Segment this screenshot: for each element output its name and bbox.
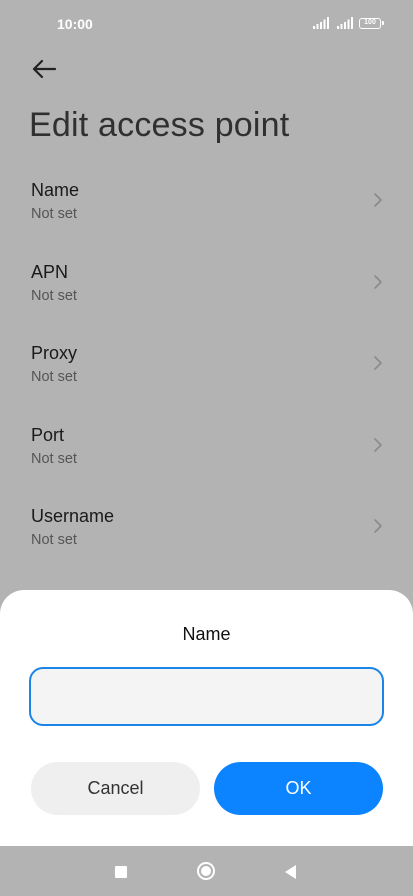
ok-button[interactable]: OK [214,762,383,815]
name-input[interactable] [29,667,384,726]
name-dialog: Name Cancel OK [0,590,413,846]
list-item-proxy[interactable]: Proxy Not set [0,327,413,409]
signal-icon [313,17,329,29]
status-time: 10:00 [57,16,93,32]
list-item-port[interactable]: Port Not set [0,409,413,491]
back-triangle-icon[interactable] [285,865,296,879]
list-item-username[interactable]: Username Not set [0,490,413,572]
recents-square-icon[interactable] [115,866,127,878]
signal-icon [337,17,353,29]
chevron-right-icon [374,519,382,533]
list-item-label: Name [31,180,80,200]
list-item-name[interactable]: Name Not set [0,164,413,246]
access-point-settings-list: Name Not set APN Not set Proxy Not set P… [0,164,413,572]
arrow-left-icon[interactable] [30,56,58,82]
list-item-value: Not set [31,287,77,304]
home-circle-icon[interactable] [197,862,215,880]
chevron-right-icon [374,274,382,289]
navigation-bar [0,846,413,896]
battery-icon: 100 [359,18,384,29]
list-item-value: Not set [31,532,77,548]
chevron-right-icon [374,356,382,370]
list-item-label: Proxy [31,343,78,363]
page-title: Edit access point [29,106,290,144]
chevron-right-icon [374,193,382,207]
battery-level: 100 [364,19,376,26]
list-item-label: Port [31,424,65,445]
list-item-label: Username [31,506,115,526]
list-item-value: Not set [31,206,77,222]
list-item-value: Not set [31,450,77,467]
list-item-label: APN [31,261,69,282]
dialog-title: Name [182,624,231,644]
cancel-button[interactable]: Cancel [31,762,200,815]
list-item-apn[interactable]: APN Not set [0,246,413,328]
chevron-right-icon [374,437,382,452]
status-bar: 10:00 100 [0,0,413,48]
list-item-value: Not set [31,369,77,385]
